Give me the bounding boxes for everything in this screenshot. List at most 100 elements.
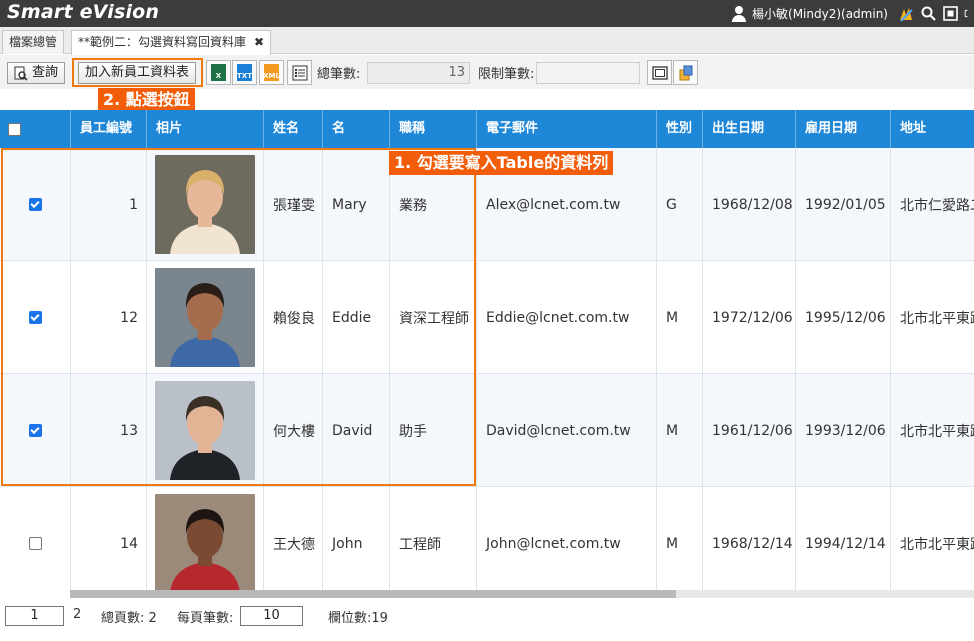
xml-file-icon: XML <box>263 64 280 81</box>
app-title: Smart eVision <box>7 1 160 23</box>
design-tool-icon[interactable] <box>898 6 914 22</box>
cell-birth-date-text: 1972/12/06 <box>712 309 793 326</box>
page-size-input[interactable]: 10 <box>240 606 303 626</box>
cell-chinese-name-text: 王大德 <box>273 536 315 553</box>
cell-hire-date-text: 1993/12/06 <box>805 422 886 439</box>
cell-address-text: 北市北平東路 <box>900 423 974 440</box>
cell-birth-date: 1961/12/06 <box>703 374 796 487</box>
list-icon <box>292 65 307 80</box>
cell-hire-date: 1993/12/06 <box>796 374 891 487</box>
select-all-checkbox[interactable] <box>8 122 21 136</box>
cell-address: 北市北平東路 <box>891 487 974 590</box>
cell-email-text: Alex@lcnet.com.tw <box>486 196 621 213</box>
employee-photo <box>155 494 255 590</box>
header-address[interactable]: 地址 <box>891 110 974 148</box>
query-button[interactable]: 查詢 <box>7 62 66 84</box>
header-hire-date[interactable]: 雇用日期 <box>796 110 891 148</box>
cell-address-text: 北市北平東路 <box>900 536 974 553</box>
page-size-label: 每頁筆數: <box>177 611 234 626</box>
field-count-label: 欄位數:19 <box>328 611 388 626</box>
cell-birth-date: 1968/12/08 <box>703 148 796 261</box>
cell-hire-date: 1994/12/14 <box>796 487 891 590</box>
txt-file-icon: TXT <box>237 64 252 81</box>
tab-bar: 檔案總管 **範例二：勾選資料寫回資料庫 ✖ <box>0 27 974 55</box>
header-name[interactable]: 名 <box>323 110 390 148</box>
header-employee-id[interactable]: 員工編號 <box>71 110 147 148</box>
cell-employee-id: 14 <box>71 487 147 590</box>
highlight-selected-rows <box>1 148 476 486</box>
cell-email: John@lcnet.com.tw <box>477 487 657 590</box>
cell-address: 北市仁愛路二 <box>891 148 974 261</box>
scrollbar-thumb[interactable] <box>70 590 676 598</box>
export-excel-button[interactable]: X <box>206 60 231 85</box>
grid-header: 員工編號 相片 姓名 名 職稱 電子郵件 性別 出生日期 雇用日期 地址 <box>0 110 974 148</box>
query-icon <box>14 66 28 81</box>
cell-hire-date-text: 1995/12/06 <box>805 309 886 326</box>
callout-step-2: 2. 點選按鈕 <box>98 88 195 112</box>
title-bar: Smart eVision 楊小敏(Mindy2)(admin) <box>0 0 974 27</box>
fit-screen-button[interactable] <box>647 60 672 85</box>
cell-email-text: David@lcnet.com.tw <box>486 422 631 439</box>
cell-email: Eddie@lcnet.com.tw <box>477 261 657 374</box>
cell-select[interactable] <box>0 487 71 590</box>
column-list-button[interactable] <box>287 60 312 85</box>
next-page-link[interactable]: 2 <box>73 607 81 622</box>
cell-hire-date-text: 1994/12/14 <box>805 535 886 552</box>
cell-birth-date-text: 1968/12/14 <box>712 535 793 552</box>
header-email[interactable]: 電子郵件 <box>477 110 657 148</box>
cell-email-text: Eddie@lcnet.com.tw <box>486 309 630 326</box>
search-icon[interactable] <box>920 6 936 22</box>
cell-name: John <box>323 487 390 590</box>
user-icon <box>732 5 747 22</box>
header-job-title[interactable]: 職稱 <box>390 110 477 148</box>
cell-address-text: 北市仁愛路二 <box>900 197 974 214</box>
tab-label: **範例二：勾選資料寫回資料庫 <box>78 35 247 49</box>
query-label: 查詢 <box>32 65 59 80</box>
cell-gender: M <box>657 487 703 590</box>
tab-file-manager[interactable]: 檔案總管 <box>2 30 65 54</box>
cell-employee-id-text: 14 <box>120 535 138 552</box>
cell-birth-date: 1972/12/06 <box>703 261 796 374</box>
limit-count-input[interactable] <box>536 62 640 84</box>
header-gender[interactable]: 性別 <box>657 110 703 148</box>
table-row[interactable]: 14 王大德 John 工程師 John@lcnet.com.tw M 1968/12/14… <box>0 487 974 590</box>
user-area: 楊小敏(Mindy2)(admin) <box>732 0 974 27</box>
cell-gender: G <box>657 148 703 261</box>
export-txt-button[interactable]: TXT <box>232 60 257 85</box>
cell-gender-text: M <box>666 309 679 326</box>
cell-photo <box>147 487 264 590</box>
total-count-field: 13 <box>367 62 470 84</box>
cell-hire-date-text: 1992/01/05 <box>805 196 886 213</box>
cell-job-title: 工程師 <box>390 487 477 590</box>
user-name[interactable]: 楊小敏(Mindy2)(admin) <box>752 5 888 22</box>
total-pages-label: 總頁數: 2 <box>101 611 157 626</box>
settings-button[interactable] <box>673 60 698 85</box>
cell-gender-text: G <box>666 196 677 213</box>
header-birth-date[interactable]: 出生日期 <box>703 110 796 148</box>
cell-chinese-name: 王大德 <box>264 487 323 590</box>
cell-address-text: 北市北平東路 <box>900 310 974 327</box>
tab-close-icon[interactable]: ✖ <box>254 35 264 49</box>
excel-icon: X <box>211 64 226 81</box>
row-checkbox[interactable] <box>28 537 42 550</box>
tab-example-2[interactable]: **範例二：勾選資料寫回資料庫 ✖ <box>71 30 272 55</box>
cell-hire-date: 1995/12/06 <box>796 261 891 374</box>
logout-icon[interactable] <box>964 6 972 22</box>
tab-label: 檔案總管 <box>9 35 58 49</box>
header-chinese-name[interactable]: 姓名 <box>264 110 323 148</box>
cell-gender-text: M <box>666 422 679 439</box>
limit-count-label: 限制筆數: <box>478 67 535 82</box>
export-xml-button[interactable]: XML <box>259 60 284 85</box>
fit-screen-icon <box>651 65 668 80</box>
header-select-all[interactable] <box>0 110 71 148</box>
horizontal-scrollbar[interactable] <box>70 590 974 598</box>
cell-email-text: John@lcnet.com.tw <box>486 535 621 552</box>
cell-birth-date: 1968/12/14 <box>703 487 796 590</box>
cell-email: David@lcnet.com.tw <box>477 374 657 487</box>
cell-address: 北市北平東路 <box>891 261 974 374</box>
cell-gender-text: M <box>666 535 679 552</box>
page-number-input[interactable]: 1 <box>5 606 64 626</box>
header-photo[interactable]: 相片 <box>147 110 264 148</box>
fullscreen-icon[interactable] <box>942 6 958 22</box>
cell-name-text: John <box>332 535 363 552</box>
